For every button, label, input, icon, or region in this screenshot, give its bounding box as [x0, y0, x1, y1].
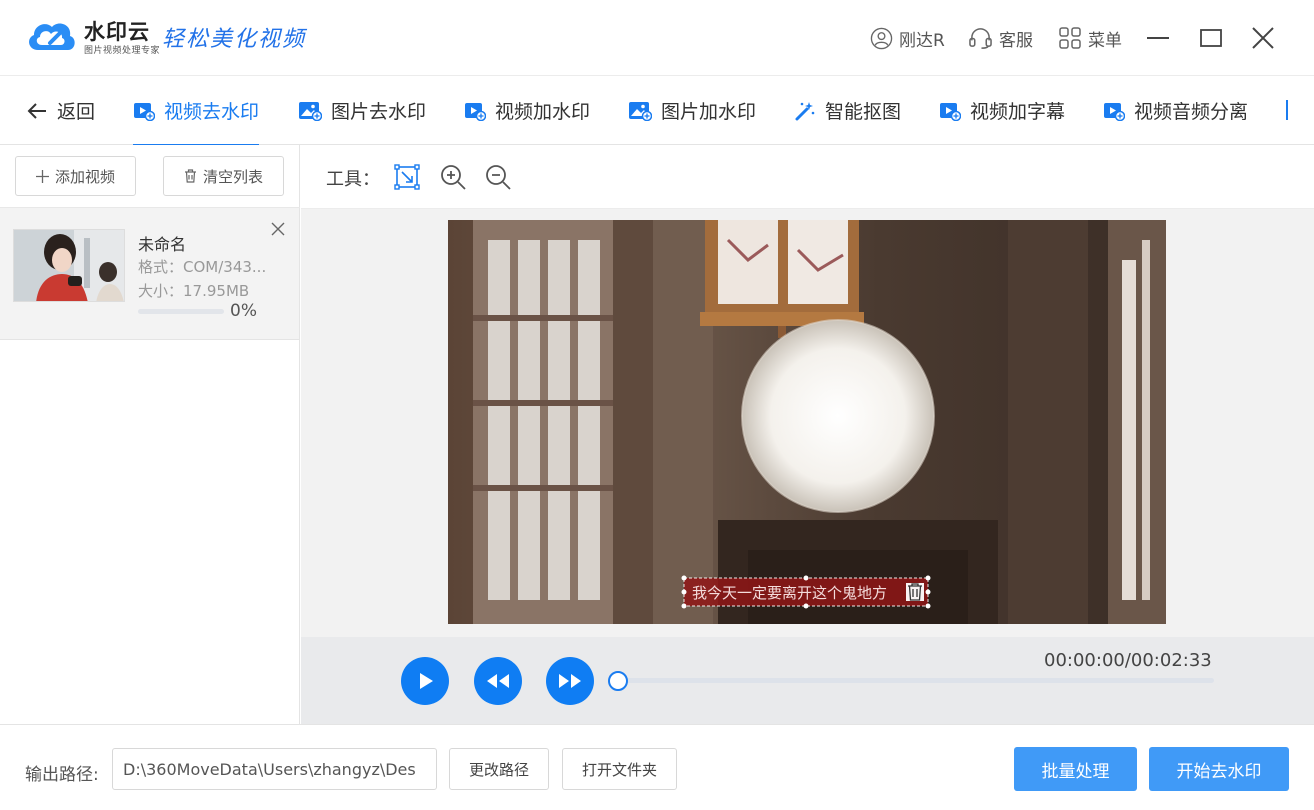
tab-label: 图片去水印: [331, 101, 427, 123]
customer-service-label: 客服: [999, 30, 1033, 51]
brand-name: 水印云: [84, 20, 150, 44]
tab-video-add-watermark[interactable]: 视频加水印: [464, 76, 590, 145]
menu-button[interactable]: 菜单: [1058, 24, 1122, 52]
tab-image-remove-watermark[interactable]: 图片去水印: [298, 76, 426, 145]
customer-service-button[interactable]: 客服: [968, 24, 1033, 52]
tab-video-audio-separate[interactable]: 视频音频分离: [1103, 76, 1248, 145]
user-icon: [870, 27, 893, 49]
app-window: 水印云 图片视频处理专家 轻松美化视频 刚达R 客服 菜单 返回 视频去水印 图…: [0, 0, 1314, 810]
subtitle-text: 我今天一定要离开这个鬼地方: [692, 584, 887, 602]
add-video-button[interactable]: 添加视频: [15, 156, 136, 196]
playback-time: 00:00:00/00:02:33: [1044, 650, 1212, 671]
file-progress-text: 0%: [230, 301, 257, 321]
grid-menu-icon: [1059, 27, 1081, 49]
output-bar: 输出路径: 更改路径 打开文件夹 批量处理 开始去水印: [0, 724, 1314, 810]
close-window-button[interactable]: [1247, 22, 1279, 54]
image-icon: [299, 101, 322, 121]
tab-image-add-watermark[interactable]: 图片加水印: [628, 76, 756, 145]
menu-label: 菜单: [1088, 30, 1122, 51]
file-name: 未命名: [138, 235, 187, 254]
headset-icon: [969, 27, 992, 49]
delete-selection-icon[interactable]: [906, 583, 924, 601]
tab-smart-cutout[interactable]: 智能抠图: [794, 76, 901, 145]
play-button[interactable]: [401, 657, 449, 705]
preview-toolbar: 工具：: [301, 145, 1314, 209]
batch-process-button[interactable]: 批量处理: [1014, 747, 1137, 791]
back-button[interactable]: 返回: [26, 76, 95, 145]
minimize-icon: [1147, 37, 1169, 39]
player-controls: 00:00:00/00:02:33: [301, 637, 1314, 724]
change-path-button[interactable]: 更改路径: [449, 748, 549, 790]
tool-tabs: 返回 视频去水印 图片去水印 视频加水印 图片加水印 智能抠图 视频加字幕 视频…: [0, 76, 1314, 146]
file-list-item[interactable]: 未命名 格式：COM/343... 大小：17.95MB 0%: [0, 208, 299, 340]
user-name: 刚达R: [899, 30, 945, 51]
video-scene: 我今天一定要离开这个鬼地方: [448, 220, 1166, 624]
clear-list-label: 清空列表: [202, 167, 263, 186]
video-frame[interactable]: 我今天一定要离开这个鬼地方: [448, 220, 1166, 624]
file-progress-bar: [138, 309, 224, 314]
play-icon: [420, 673, 433, 689]
video-thumbnail: [13, 229, 125, 302]
maximize-button[interactable]: [1195, 22, 1227, 54]
plus-icon: [35, 169, 49, 183]
tool-label: 工具：: [326, 169, 380, 190]
tab-label: 智能抠图: [825, 101, 902, 123]
zoom-in-icon[interactable]: [439, 163, 467, 191]
close-icon: [1252, 27, 1274, 49]
tab-label: 视频去水印: [164, 101, 260, 123]
video-icon: [1104, 102, 1125, 121]
tab-video-remove-watermark[interactable]: 视频去水印: [133, 76, 260, 146]
slogan: 轻松美化视频: [162, 27, 307, 52]
rewind-button[interactable]: [474, 657, 522, 705]
fast-forward-icon: [559, 674, 581, 688]
file-format: 格式：COM/343...: [138, 258, 267, 276]
more-tabs-indicator[interactable]: [1286, 100, 1288, 120]
tab-video-subtitles[interactable]: 视频加字幕: [939, 76, 1065, 145]
back-label: 返回: [57, 101, 96, 123]
add-video-label: 添加视频: [54, 167, 115, 186]
file-size: 大小：17.95MB: [138, 282, 250, 300]
start-remove-watermark-button[interactable]: 开始去水印: [1149, 747, 1289, 791]
user-account[interactable]: 刚达R: [870, 24, 945, 52]
brand-subtitle: 图片视频处理专家: [84, 46, 161, 56]
minimize-button[interactable]: [1142, 22, 1174, 54]
trash-icon: [184, 169, 196, 183]
open-folder-button[interactable]: 打开文件夹: [562, 748, 677, 790]
output-path-label: 输出路径:: [25, 765, 99, 785]
remove-file-icon[interactable]: [270, 221, 286, 237]
title-bar: 水印云 图片视频处理专家 轻松美化视频 刚达R 客服 菜单: [0, 0, 1314, 76]
magic-wand-icon: [795, 101, 815, 120]
preview-area: 我今天一定要离开这个鬼地方: [301, 209, 1314, 637]
clear-list-button[interactable]: 清空列表: [163, 156, 284, 196]
image-icon: [629, 101, 652, 121]
tab-label: 视频加水印: [495, 101, 591, 123]
select-area-icon[interactable]: [393, 163, 421, 191]
rewind-icon: [487, 674, 509, 688]
seek-knob[interactable]: [608, 671, 628, 691]
video-icon: [134, 102, 155, 121]
file-list-panel: 添加视频 清空列表 未命名 格式：COM/343... 大小：17.95MB 0…: [0, 145, 300, 724]
back-arrow-icon: [27, 102, 46, 119]
tab-label: 视频加字幕: [970, 101, 1066, 123]
fast-forward-button[interactable]: [546, 657, 594, 705]
zoom-out-icon[interactable]: [484, 163, 512, 191]
cloud-logo-icon: [29, 23, 75, 50]
output-path-field[interactable]: [112, 748, 437, 790]
tab-label: 图片加水印: [661, 101, 757, 123]
seek-bar[interactable]: [618, 678, 1214, 683]
video-icon: [940, 102, 961, 121]
maximize-icon: [1200, 29, 1222, 47]
video-icon: [465, 102, 486, 121]
tab-label: 视频音频分离: [1134, 101, 1249, 123]
